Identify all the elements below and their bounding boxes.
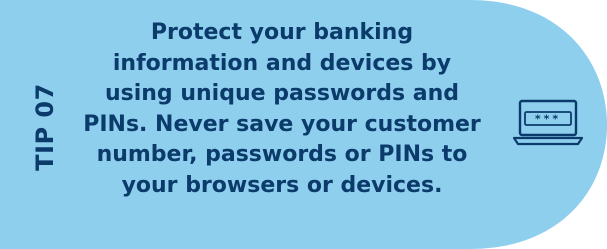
tip-message-line: using unique passwords and <box>104 81 460 106</box>
tip-message-line: your browsers or devices. <box>121 172 443 198</box>
tip-message-line: information and devices by <box>112 50 452 76</box>
tip-message-line: number, passwords or PINs to <box>96 142 468 167</box>
laptop-password-icon: *** <box>512 99 584 146</box>
tip-message-line: Protect your banking <box>150 20 414 45</box>
tip-card: TIP 07 Protect your banking information … <box>0 0 607 249</box>
tip-message: Protect your banking information and dev… <box>64 18 500 201</box>
tip-message-line: PINs. Never save your customer <box>83 111 481 137</box>
password-mask-text: *** <box>535 113 561 126</box>
tip-number-label: TIP 07 <box>31 83 59 171</box>
